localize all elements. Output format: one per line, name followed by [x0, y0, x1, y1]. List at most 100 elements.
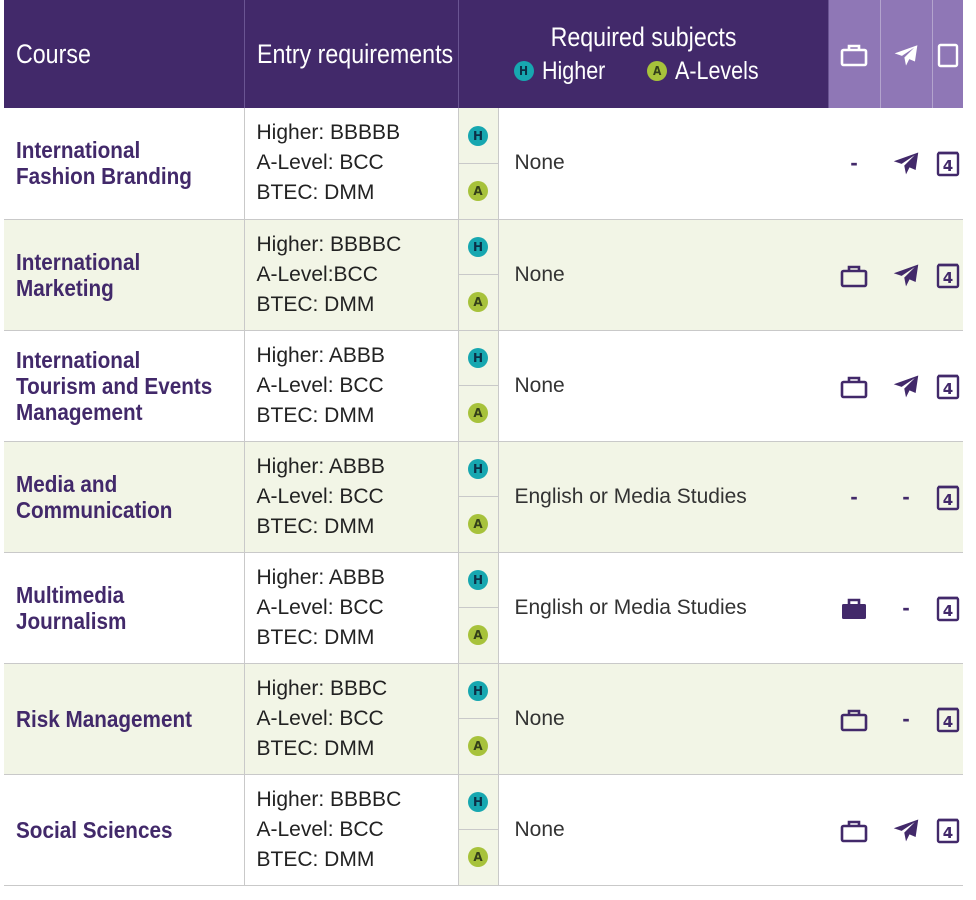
header-required-subjects: Required subjects H Higher A A-Levels — [458, 0, 829, 108]
entry-alevel-grades: BCC — [333, 706, 384, 730]
subject-level-cell: H A — [458, 441, 499, 553]
entry-requirements-cell: Higher: ABBB A-Level: BCC BTEC: DMM — [244, 330, 459, 442]
study-abroad-cell — [880, 219, 933, 331]
legend-alevel: A A-Levels — [647, 55, 772, 87]
study-abroad-cell — [880, 330, 933, 442]
subject-level-cell: H A — [458, 774, 499, 886]
course-name[interactable]: Media and Communication — [16, 471, 215, 523]
entry-alevel-label: A-Level: — [256, 484, 334, 508]
course-years-cell: 4 — [932, 330, 964, 442]
study-abroad-cell — [880, 774, 933, 886]
higher-badge-icon: H — [468, 236, 488, 257]
higher-badge-icon: H — [468, 569, 488, 590]
briefcase-outline-icon — [840, 376, 868, 398]
study-abroad-cell: - — [880, 441, 933, 553]
work-placement-cell — [828, 219, 881, 331]
no-work-placement: - — [850, 150, 858, 176]
work-placement-cell — [828, 774, 881, 886]
course-name[interactable]: International Tourism and Events Managem… — [16, 347, 215, 425]
entry-btec-grades: DMM — [318, 292, 375, 316]
alevel-badge-icon: A — [468, 514, 488, 535]
header-entry: Entry requirements — [244, 0, 459, 108]
entry-btec: BTEC: DMM — [257, 178, 458, 208]
higher-badge-icon: H — [468, 458, 488, 479]
entry-requirements-cell: Higher: BBBBC A-Level:BCC BTEC: DMM — [244, 219, 459, 331]
entry-alevel-grades: BCC — [333, 373, 384, 397]
plane-icon — [893, 375, 919, 397]
higher-badge-icon: H — [468, 791, 488, 812]
entry-alevel-grades: BCC — [333, 262, 378, 286]
briefcase-icon — [840, 45, 868, 67]
entry-higher-label: Higher: — [256, 454, 325, 478]
higher-badge-icon: H — [468, 125, 488, 146]
subject-level-cell: H A — [458, 330, 499, 442]
alevel-badge-icon: A — [468, 847, 488, 868]
no-work-placement: - — [850, 483, 858, 509]
required-subjects: None — [514, 262, 565, 286]
entry-btec: BTEC: DMM — [257, 845, 458, 875]
subject-level-cell: H A — [458, 663, 499, 775]
course-years-cell: 4 — [932, 108, 964, 220]
alevel-badge-icon: A — [468, 403, 488, 424]
entry-btec: BTEC: DMM — [257, 290, 458, 320]
calendar-icon: 4 — [936, 596, 959, 621]
course-years-cell: 4 — [932, 219, 964, 331]
entry-higher: Higher: BBBC — [257, 674, 458, 704]
calendar-icon: 4 — [936, 374, 959, 399]
entry-higher-grades: BBBC — [324, 676, 388, 700]
entry-alevel: A-Level: BCC — [257, 482, 458, 512]
entry-alevel-label: A-Level: — [256, 151, 334, 175]
course-years-value: 4 — [942, 380, 952, 398]
entry-btec-label: BTEC: — [256, 847, 319, 871]
course-name[interactable]: International Marketing — [16, 249, 215, 301]
entry-btec: BTEC: DMM — [257, 623, 458, 653]
entry-btec-grades: DMM — [318, 181, 375, 205]
entry-higher-label: Higher: — [256, 787, 325, 811]
header-course-years — [932, 0, 964, 108]
entry-btec-label: BTEC: — [256, 403, 319, 427]
table-row: Media and Communication Higher: ABBB A-L… — [4, 441, 964, 553]
subject-level-cell: H A — [458, 108, 499, 220]
calendar-icon: 4 — [936, 152, 959, 177]
course-name[interactable]: International Fashion Branding — [16, 137, 215, 189]
entry-higher-grades: ABBB — [324, 343, 385, 367]
entry-higher-grades: BBBBC — [324, 232, 402, 256]
entry-alevel: A-Level: BCC — [257, 593, 458, 623]
briefcase-outline-icon — [840, 709, 868, 731]
required-subjects: None — [514, 373, 565, 397]
required-subjects-cell: None — [498, 774, 829, 886]
course-name-cell: Multimedia Journalism — [4, 552, 245, 664]
entry-requirements-cell: Higher: ABBB A-Level: BCC BTEC: DMM — [244, 441, 459, 553]
entry-btec-grades: DMM — [318, 736, 375, 760]
table-row: Multimedia Journalism Higher: ABBB A-Lev… — [4, 552, 964, 664]
required-subjects: English or Media Studies — [514, 595, 747, 619]
course-name-cell: International Marketing — [4, 219, 245, 331]
higher-badge-icon: H — [468, 347, 488, 368]
alevel-badge-icon: A — [468, 181, 488, 201]
entry-higher-label: Higher: — [256, 343, 325, 367]
header-entry-label: Entry requirements — [256, 38, 453, 69]
table-header-row: Course Entry requirements Required subje… — [4, 0, 964, 108]
plane-icon — [894, 45, 918, 66]
course-name[interactable]: Multimedia Journalism — [16, 582, 215, 634]
legend-alevel-label: A-Levels — [675, 57, 759, 85]
calendar-icon: 4 — [936, 263, 959, 288]
entry-alevel-grades: BCC — [333, 484, 384, 508]
calendar-icon — [937, 44, 958, 68]
required-subjects: None — [514, 151, 565, 175]
subject-legend: H Higher A A-Levels — [459, 55, 828, 87]
plane-icon — [893, 152, 919, 175]
briefcase-outline-icon — [840, 820, 868, 842]
course-table: Course Entry requirements Required subje… — [4, 0, 964, 886]
entry-btec-label: BTEC: — [256, 736, 319, 760]
entry-alevel: A-Level: BCC — [257, 148, 458, 178]
course-name[interactable]: Social Sciences — [16, 817, 173, 843]
legend-higher: H Higher — [513, 55, 616, 87]
entry-btec-grades: DMM — [318, 403, 375, 427]
entry-alevel-grades: BCC — [333, 817, 384, 841]
required-subjects-cell: English or Media Studies — [498, 441, 829, 553]
entry-btec: BTEC: DMM — [257, 734, 458, 764]
required-subjects-cell: English or Media Studies — [498, 552, 829, 664]
course-name[interactable]: Risk Management — [16, 706, 192, 732]
entry-requirements-cell: Higher: BBBBC A-Level: BCC BTEC: DMM — [244, 774, 459, 886]
